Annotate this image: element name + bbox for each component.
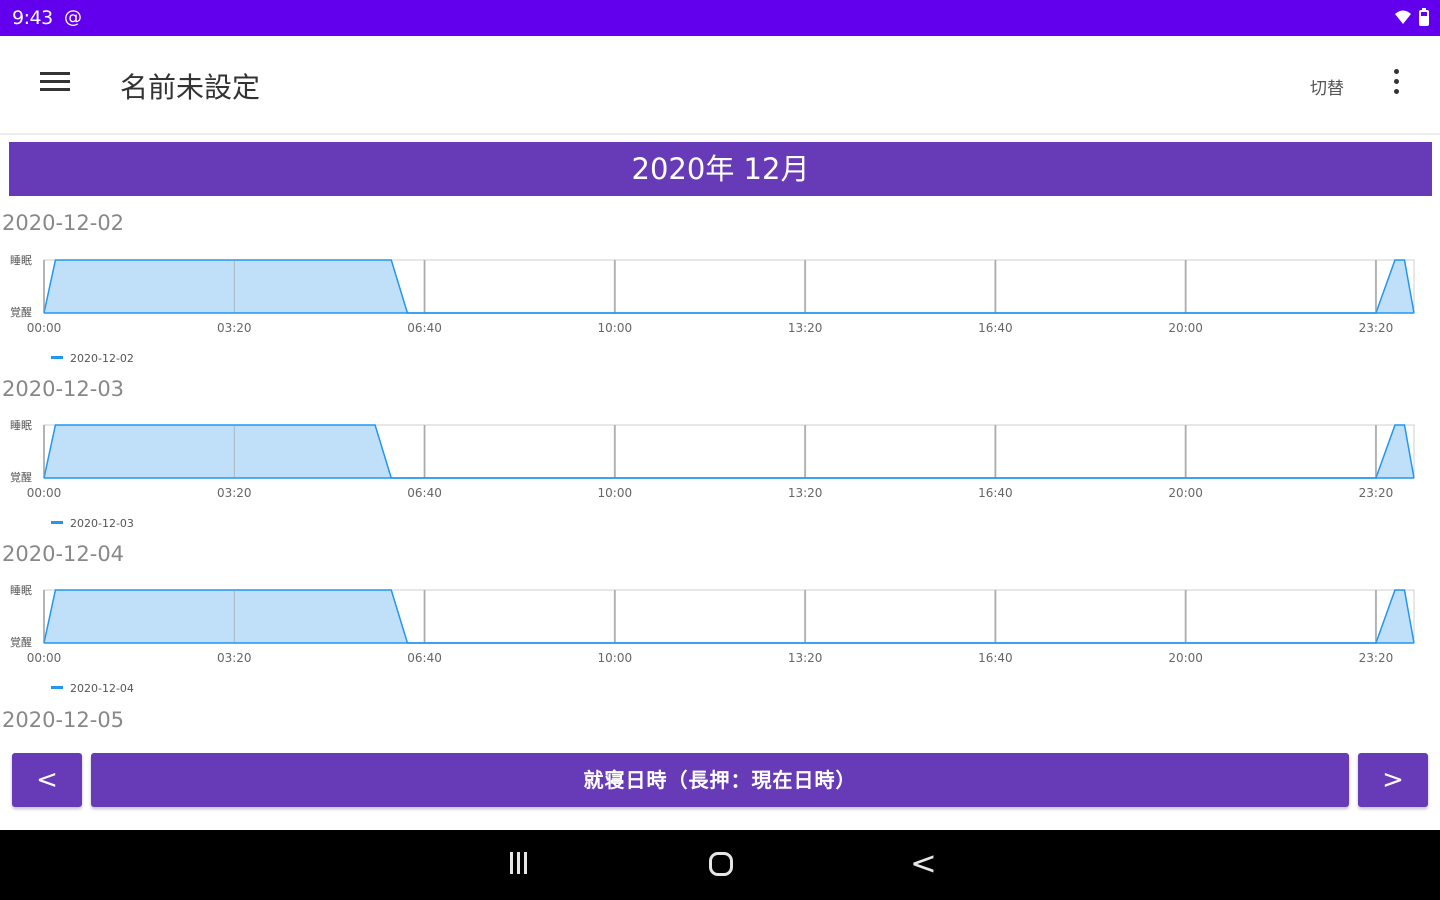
x-tick-label: 23:20	[1359, 486, 1394, 500]
x-tick-label: 03:20	[217, 321, 252, 335]
x-tick-label: 06:40	[407, 321, 442, 335]
x-tick-label: 13:20	[788, 321, 823, 335]
day-label: 2020-12-02	[2, 211, 125, 235]
legend-swatch	[51, 356, 63, 359]
legend-label: 2020-12-02	[70, 352, 134, 365]
y-tick-label: 覚醒	[10, 306, 32, 319]
x-tick-label: 03:20	[217, 486, 252, 500]
x-tick-label: 03:20	[217, 651, 252, 665]
x-tick-label: 16:40	[978, 321, 1013, 335]
legend-swatch	[51, 521, 63, 524]
home-icon[interactable]	[709, 852, 733, 876]
bedtime-button[interactable]: 就寝日時（長押：現在日時）	[91, 753, 1349, 807]
day-label: 2020-12-03	[2, 377, 125, 401]
recent-apps-icon[interactable]	[510, 852, 540, 878]
legend-label: 2020-12-03	[70, 517, 134, 530]
previous-button[interactable]: <	[12, 753, 82, 807]
x-tick-label: 06:40	[407, 486, 442, 500]
legend-swatch	[51, 686, 63, 689]
system-nav-bar: <	[0, 830, 1440, 900]
more-vert-icon[interactable]	[1384, 64, 1408, 104]
y-tick-label: 覚醒	[10, 471, 32, 484]
switch-button[interactable]: 切替	[1310, 74, 1344, 99]
x-tick-label: 00:00	[27, 486, 62, 500]
status-time: 9:43	[12, 7, 53, 29]
y-tick-label: 覚醒	[10, 636, 32, 649]
y-tick-label: 睡眠	[10, 419, 32, 432]
x-tick-label: 13:20	[788, 486, 823, 500]
battery-icon	[1419, 8, 1429, 26]
month-header: 2020年 12月	[9, 142, 1432, 196]
at-icon: @	[64, 7, 82, 28]
x-tick-label: 10:00	[598, 321, 633, 335]
x-tick-label: 16:40	[978, 486, 1013, 500]
x-tick-label: 23:20	[1359, 321, 1394, 335]
day-label: 2020-12-04	[2, 542, 125, 566]
sleep-chart[interactable]: 00:00 03:20 06:40 10:00 13:20 16:40 20:00 23:20…	[0, 250, 1440, 400]
x-tick-label: 10:00	[598, 486, 633, 500]
x-tick-label: 16:40	[978, 651, 1013, 665]
x-tick-label: 20:00	[1168, 486, 1203, 500]
status-bar: 9:43 @	[0, 0, 1440, 36]
legend-label: 2020-12-04	[70, 682, 134, 695]
x-tick-label: 23:20	[1359, 651, 1394, 665]
app-toolbar: 名前未設定 切替	[0, 36, 1440, 135]
sleep-chart[interactable]: 00:00 03:20 06:40 10:00 13:20 16:40 20:00 23:20…	[0, 580, 1440, 730]
day-label: 2020-12-05	[2, 708, 125, 732]
x-tick-label: 06:40	[407, 651, 442, 665]
y-tick-label: 睡眠	[10, 584, 32, 597]
back-icon[interactable]: <	[910, 844, 937, 882]
y-tick-label: 睡眠	[10, 254, 32, 267]
x-tick-label: 20:00	[1168, 321, 1203, 335]
x-tick-label: 00:00	[27, 651, 62, 665]
sleep-chart[interactable]: 00:00 03:20 06:40 10:00 13:20 16:40 20:00 23:20…	[0, 415, 1440, 565]
x-tick-label: 13:20	[788, 651, 823, 665]
status-icons	[1394, 8, 1430, 26]
next-button[interactable]: >	[1358, 753, 1428, 807]
x-tick-label: 20:00	[1168, 651, 1203, 665]
x-tick-label: 10:00	[598, 651, 633, 665]
wifi-icon	[1395, 10, 1411, 24]
hamburger-menu-icon[interactable]	[36, 68, 76, 100]
x-tick-label: 00:00	[27, 321, 62, 335]
page-title: 名前未設定	[120, 71, 261, 104]
